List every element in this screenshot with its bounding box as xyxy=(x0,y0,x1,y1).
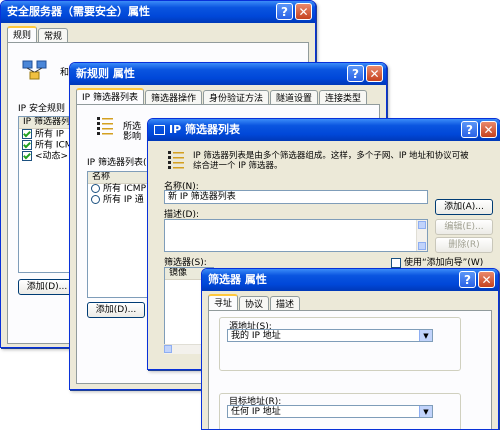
close-button[interactable]: ✕ xyxy=(480,121,497,138)
rules-list-label: IP 安全规则 xyxy=(18,104,65,114)
title-bar[interactable]: IP 筛选器列表 ? ✕ xyxy=(148,119,500,141)
filter-icon xyxy=(168,151,184,169)
chevron-down-icon[interactable]: ▼ xyxy=(419,406,432,417)
checkbox[interactable] xyxy=(22,151,32,161)
title-bar[interactable]: 新规则 属性 ? ✕ xyxy=(70,63,386,85)
description-scrollbar[interactable] xyxy=(416,220,427,251)
checkbox[interactable] xyxy=(22,129,32,139)
close-button[interactable]: ✕ xyxy=(366,65,383,82)
checkbox[interactable] xyxy=(22,140,32,150)
use-wizard-option[interactable]: 使用“添加向导”(W) xyxy=(391,255,483,268)
description-line-2: 影响 xyxy=(123,132,142,142)
chevron-down-icon[interactable]: ▼ xyxy=(419,330,432,341)
remove-button[interactable]: 删除(R) xyxy=(435,237,493,253)
add-button[interactable]: 添加(A)... xyxy=(435,199,493,215)
addressing-panel: 源地址(S): 我的 IP 地址 ▼ 目标地址(R): 任何 IP 地址 ▼ xyxy=(208,310,492,429)
title-bar[interactable]: 筛选器 属性 ? ✕ xyxy=(202,269,498,291)
description-line-2: 综合进一个 IP 筛选器。 xyxy=(193,161,283,171)
close-button[interactable]: ✕ xyxy=(295,3,312,20)
intro-text: 和 xyxy=(60,68,70,78)
close-button[interactable]: ✕ xyxy=(478,271,495,288)
window-filter-properties: 筛选器 属性 ? ✕ 寻址 协议 描述 源地址(S): 我的 IP 地址 ▼ 目… xyxy=(201,268,499,430)
window-title: IP 筛选器列表 xyxy=(169,123,240,136)
window-title: 新规则 属性 xyxy=(76,67,135,80)
destination-address-dropdown[interactable]: 任何 IP 地址 ▼ xyxy=(227,405,433,418)
add-rule-button[interactable]: 添加(D)... xyxy=(18,279,76,295)
network-rules-icon xyxy=(22,60,47,80)
window-title: 安全服务器（需要安全）属性 xyxy=(7,5,150,18)
filter-list-label: IP 筛选器列表( xyxy=(87,158,147,168)
title-bar[interactable]: 安全服务器（需要安全）属性 ? ✕ xyxy=(1,1,315,23)
radio-button[interactable] xyxy=(91,195,100,204)
name-field[interactable]: 新 IP 筛选器列表 xyxy=(164,190,428,204)
help-button[interactable]: ? xyxy=(347,65,364,82)
use-wizard-checkbox[interactable] xyxy=(391,257,401,268)
help-button[interactable]: ? xyxy=(276,3,293,20)
add-filter-list-button[interactable]: 添加(D)... xyxy=(87,302,145,318)
source-address-dropdown[interactable]: 我的 IP 地址 ▼ xyxy=(227,329,433,342)
window-icon xyxy=(154,125,165,135)
radio-button[interactable] xyxy=(91,184,100,193)
window-title: 筛选器 属性 xyxy=(208,273,267,286)
edit-button[interactable]: 编辑(E)... xyxy=(435,219,493,235)
filter-icon xyxy=(97,117,113,135)
description-field[interactable] xyxy=(164,219,428,252)
help-button[interactable]: ? xyxy=(461,121,478,138)
help-button[interactable]: ? xyxy=(459,271,476,288)
